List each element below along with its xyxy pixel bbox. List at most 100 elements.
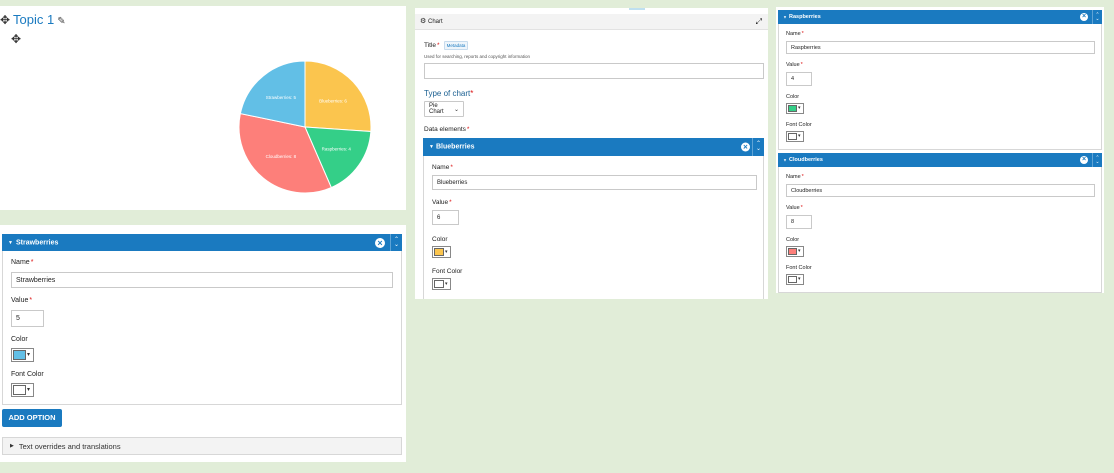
required-mark: * (450, 164, 453, 171)
required-mark: * (449, 199, 452, 206)
expand-icon[interactable]: ⤢ (756, 14, 762, 30)
value-label-text: Value (432, 199, 449, 206)
pie-slice-label: Cloudberries: 8 (266, 154, 297, 159)
value-input[interactable]: 6 (432, 210, 459, 225)
font-color-picker[interactable]: ▾ (432, 278, 451, 290)
collapse-icon[interactable]: ▼ (8, 240, 13, 246)
group-header-blueberries[interactable]: ▼ Blueberries × ⌃ ⌄ (423, 138, 764, 156)
collapse-icon[interactable]: ▼ (783, 15, 787, 20)
name-label-text: Name (432, 164, 450, 171)
name-input[interactable]: Strawberries (11, 272, 393, 288)
required-mark: * (30, 259, 34, 266)
name-label: Name* (786, 31, 804, 37)
right-editor-panel: ▼ Raspberries × ⌃ ⌄ Name* Raspberries Val… (776, 7, 1104, 293)
text-overrides-toggle[interactable]: ▶ Text overrides and translations (2, 437, 402, 455)
font-color-picker[interactable]: ▾ (11, 383, 34, 397)
reorder-handle[interactable]: ⌃ ⌄ (1092, 10, 1102, 24)
value-label: Value* (432, 199, 452, 206)
reorder-handle[interactable]: ⌃ ⌄ (390, 234, 402, 251)
pie-slice-label: Blueberries: 6 (319, 98, 347, 103)
topic-title: Topic 1 (13, 12, 55, 27)
data-elements-label: Data elements* (424, 126, 469, 133)
font-color-label: Font Color (11, 371, 44, 378)
color-label: Color (786, 94, 800, 100)
font-color-label: Font Color (432, 268, 463, 275)
name-input[interactable]: Blueberries (432, 175, 757, 190)
data-elements-text: Data elements (424, 126, 466, 133)
chart-editor-title: Chart (428, 19, 443, 25)
dropdown-arrow-icon: ▾ (445, 248, 448, 255)
group-body-cloudberries: Name* Cloudberries Value* 8 Color ▾ Font… (778, 167, 1102, 293)
name-label-text: Name (786, 174, 801, 180)
type-of-chart-label: Type of chart* (424, 89, 473, 98)
value-input[interactable]: 5 (11, 310, 44, 327)
edit-icon[interactable]: ✎ (57, 16, 65, 27)
close-icon[interactable]: × (741, 142, 750, 152)
color-picker[interactable]: ▾ (432, 246, 451, 258)
close-icon[interactable]: × (1080, 156, 1088, 164)
text-overrides-label: Text overrides and translations (18, 441, 121, 451)
collapse-icon[interactable]: ▼ (783, 158, 787, 163)
required-mark: * (437, 42, 440, 50)
group-title: Blueberries (436, 143, 475, 151)
chart-editor-header: ⚙ Chart ⤢ (415, 14, 768, 30)
value-label-text: Value (786, 205, 800, 211)
chevron-down-icon: ⌄ (453, 106, 459, 113)
chart-type-select[interactable]: Pie Chart ⌄ (424, 101, 464, 117)
metadata-button[interactable]: Metadata (443, 41, 469, 50)
name-input[interactable]: Cloudberries (786, 184, 1095, 197)
dropdown-arrow-icon: ▾ (27, 387, 31, 393)
strawberries-panel: ▼ Strawberries × ⌃ ⌄ Name* Strawberries V… (0, 225, 406, 462)
name-label-text: Name (11, 259, 30, 266)
dropdown-arrow-icon: ▾ (798, 133, 801, 139)
add-option-button[interactable]: ADD OPTION (2, 409, 62, 427)
required-mark: * (470, 89, 474, 98)
close-icon[interactable]: × (375, 237, 385, 248)
title-input[interactable] (424, 63, 764, 79)
color-picker[interactable]: ▾ (786, 246, 804, 257)
group-header-cloudberries[interactable]: ▼ Cloudberries × ⌃ ⌄ (778, 153, 1102, 167)
collapse-icon[interactable]: ▼ (429, 144, 434, 150)
group-header-raspberries[interactable]: ▼ Raspberries × ⌃ ⌄ (778, 10, 1102, 24)
pie-slice[interactable] (304, 60, 372, 133)
font-color-label: Font Color (786, 265, 812, 271)
chevron-down-icon[interactable]: ⌄ (394, 242, 399, 248)
chevron-down-icon[interactable]: ⌄ (1095, 160, 1099, 165)
chart-type-value: Pie Chart (429, 103, 444, 115)
group-body-raspberries: Name* Raspberries Value* 4 Color ▾ Font … (778, 24, 1102, 150)
color-picker[interactable]: ▾ (11, 348, 34, 362)
title-description: Used for searching, reports and copyrigh… (424, 54, 531, 59)
chart-editor-panel: ⚙ Chart ⤢ Title* Metadata Used for search… (415, 8, 768, 299)
group-body-strawberries: Name* Strawberries Value* 5 Color ▾ Font… (2, 251, 402, 405)
required-mark: * (800, 62, 803, 68)
value-label: Value* (11, 297, 32, 304)
group-header-strawberries[interactable]: ▼ Strawberries × ⌃ ⌄ (2, 234, 402, 251)
move-handle-icon[interactable]: ✥ (11, 33, 21, 45)
value-input[interactable]: 4 (786, 72, 812, 86)
color-swatch (13, 350, 26, 360)
reorder-handle[interactable]: ⌃ ⌄ (1092, 153, 1102, 167)
name-label: Name* (11, 259, 33, 266)
chevron-down-icon[interactable]: ⌄ (756, 146, 761, 152)
required-mark: * (29, 297, 33, 304)
pie-slice-label: Strawberries: 5 (266, 95, 297, 100)
name-input[interactable]: Raspberries (786, 41, 1095, 54)
chart-icon: ⚙ (420, 18, 427, 25)
font-color-label: Font Color (786, 122, 812, 128)
chevron-down-icon[interactable]: ⌄ (1095, 17, 1099, 22)
font-color-picker[interactable]: ▾ (786, 131, 804, 142)
name-label: Name* (432, 164, 453, 171)
top-edge-indicator (629, 8, 645, 10)
close-icon[interactable]: × (1080, 13, 1088, 21)
color-label: Color (432, 236, 448, 243)
color-picker[interactable]: ▾ (786, 103, 804, 114)
reorder-handle[interactable]: ⌃ ⌄ (752, 138, 764, 156)
value-label-text: Value (786, 62, 800, 68)
font-color-picker[interactable]: ▾ (786, 274, 804, 285)
required-mark: * (801, 31, 804, 37)
value-input[interactable]: 8 (786, 215, 812, 229)
move-handle-icon[interactable]: ✥ (0, 14, 10, 26)
group-body-blueberries: Name* Blueberries Value* 6 Color ▾ Font … (423, 156, 764, 299)
expand-arrow-icon: ▶ (10, 443, 14, 449)
dropdown-arrow-icon: ▾ (798, 105, 801, 111)
